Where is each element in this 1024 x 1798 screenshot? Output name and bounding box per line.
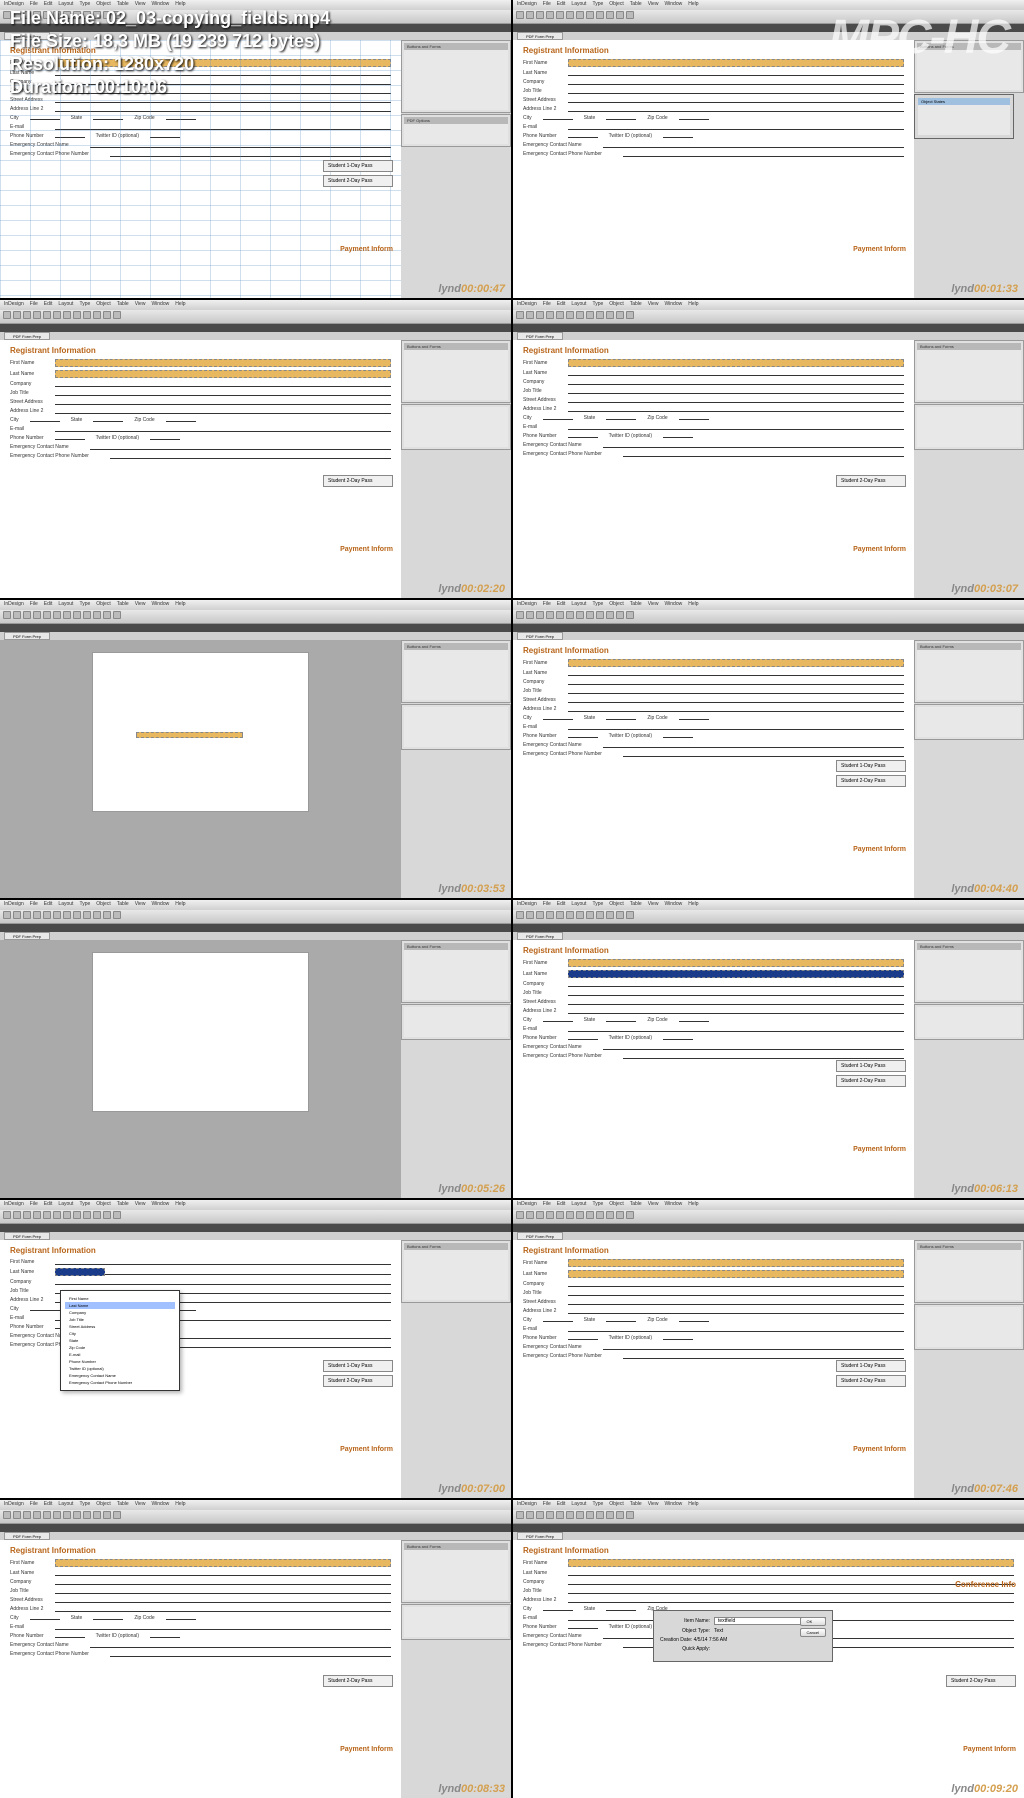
document-canvas[interactable] xyxy=(92,652,308,812)
text-field[interactable] xyxy=(568,1270,904,1278)
pass-option[interactable]: Student 2-Day Pass xyxy=(323,175,393,187)
document-canvas[interactable] xyxy=(92,952,308,1112)
thumbnail[interactable]: InDesignFileEditLayoutTypeObjectTableVie… xyxy=(513,1500,1024,1798)
thumbnail[interactable]: InDesignFileEditLayoutTypeObjectTableVie… xyxy=(0,1500,511,1798)
thumbnail[interactable]: InDesignFileEditLayoutTypeObjectTableVie… xyxy=(0,300,511,598)
panels-dock[interactable]: Buttons and Forms PDF Options xyxy=(401,40,511,298)
text-field-selected[interactable] xyxy=(568,970,904,978)
ok-button[interactable]: OK xyxy=(800,1617,826,1626)
watermark-text: MPC-HC xyxy=(829,10,1009,65)
thumbnail-grid: InDesignFileEditLayoutTypeObjectTableVie… xyxy=(0,0,1024,1798)
text-field[interactable] xyxy=(55,1559,391,1567)
thumbnail[interactable]: InDesignFileEditLayoutTypeObjectTableVie… xyxy=(513,600,1024,898)
item-info-dialog[interactable]: OK Cancel Item Name:textfield Object Typ… xyxy=(653,1610,833,1662)
pass-option[interactable]: Student 1-Day Pass xyxy=(323,160,393,172)
layers-panel-popup[interactable]: First Name Last Name Company Job Title S… xyxy=(60,1290,180,1391)
text-field[interactable] xyxy=(55,370,391,378)
cancel-button[interactable]: Cancel xyxy=(800,1628,826,1637)
thumbnail[interactable]: InDesignFileEditLayoutTypeObjectTableVie… xyxy=(0,600,511,898)
file-info-overlay: File Name: 02_03-copying_fields.mp4 File… xyxy=(10,8,330,100)
object-states-panel[interactable]: Object States xyxy=(914,94,1014,139)
text-field[interactable] xyxy=(136,732,243,738)
text-field[interactable] xyxy=(568,1559,1014,1567)
text-field[interactable] xyxy=(568,959,904,967)
thumbnail[interactable]: InDesignFileEditLayoutTypeObjectTableVie… xyxy=(0,1200,511,1498)
thumbnail[interactable]: InDesignFileEditLayoutTypeObjectTableVie… xyxy=(0,900,511,1198)
thumbnail[interactable]: InDesignFileEditLayoutTypeObjectTableVie… xyxy=(513,1200,1024,1498)
text-field[interactable] xyxy=(55,359,391,367)
text-field[interactable] xyxy=(568,359,904,367)
thumbnail[interactable]: InDesignFileEditLayoutTypeObjectTableVie… xyxy=(513,900,1024,1198)
text-field[interactable] xyxy=(568,1259,904,1267)
text-field-selected[interactable] xyxy=(55,1268,105,1276)
text-field[interactable] xyxy=(568,659,904,667)
thumbnail[interactable]: InDesignFileEditLayoutTypeObjectTableVie… xyxy=(513,300,1024,598)
